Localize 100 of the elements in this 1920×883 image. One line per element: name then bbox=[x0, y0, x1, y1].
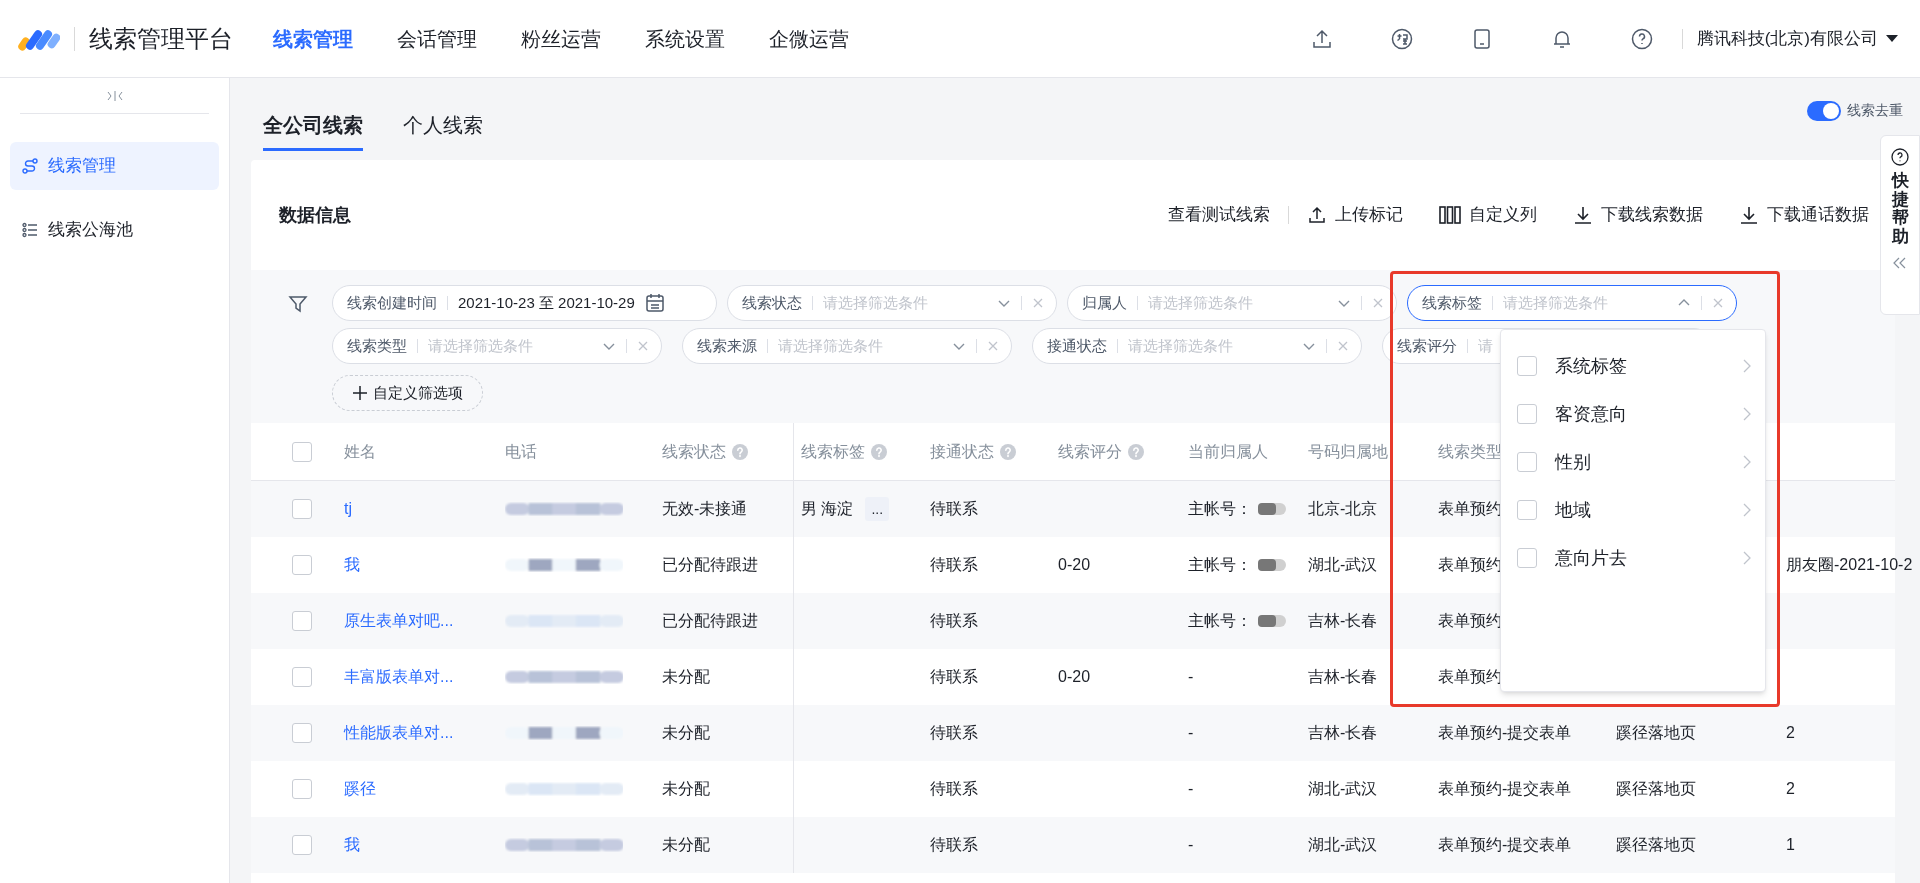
chevron-right-icon bbox=[1743, 407, 1751, 421]
table-cell-text: 主帐号： bbox=[1188, 499, 1252, 519]
section-title: 数据信息 bbox=[279, 203, 351, 227]
upload-icon[interactable] bbox=[1310, 27, 1333, 50]
column-header: 线索评分 bbox=[1058, 441, 1122, 462]
checkbox[interactable] bbox=[292, 723, 312, 743]
chevron-right-icon bbox=[1743, 503, 1751, 517]
help-panel[interactable]: 快捷帮助 bbox=[1880, 135, 1920, 315]
name-link[interactable]: 蹊径 bbox=[344, 780, 376, 797]
table-cell-text: - bbox=[1188, 835, 1194, 855]
list-icon bbox=[22, 222, 38, 238]
checkbox[interactable] bbox=[292, 499, 312, 519]
nav-tab[interactable]: 粉丝运营 bbox=[521, 23, 601, 54]
tab[interactable]: 全公司线索 bbox=[263, 110, 363, 151]
action-button[interactable]: 查看测试线索 bbox=[1168, 202, 1270, 228]
dropdown-item[interactable]: 客资意向 bbox=[1501, 390, 1765, 438]
filter-select[interactable]: 线索类型 请选择筛选条件 bbox=[332, 328, 662, 364]
table-cell-text: - bbox=[1188, 723, 1194, 743]
columns-icon bbox=[1439, 205, 1461, 225]
account-menu[interactable]: 腾讯科技(北京)有限公司 bbox=[1696, 25, 1898, 52]
route-icon bbox=[22, 158, 38, 174]
table-cell-text: 男 海淀 bbox=[801, 499, 854, 519]
filter-select[interactable]: 线索标签 请选择筛选条件 bbox=[1407, 285, 1737, 321]
sidebar-item[interactable]: 线索管理 bbox=[10, 142, 219, 190]
checkbox[interactable] bbox=[1517, 452, 1537, 472]
table-cell-text: 湖北-武汉 bbox=[1308, 835, 1378, 855]
download-icon bbox=[1739, 205, 1759, 225]
checkbox[interactable] bbox=[1517, 404, 1537, 424]
name-link[interactable]: 原生表单对吧... bbox=[344, 612, 454, 629]
table-cell-text: 0-20 bbox=[1058, 555, 1091, 575]
column-header: 当前归属人 bbox=[1188, 441, 1268, 462]
action-button[interactable]: 下载通话数据 bbox=[1739, 202, 1869, 228]
blurred-name-drawing bbox=[1258, 614, 1286, 628]
plus-icon bbox=[352, 386, 367, 400]
table-cell-text: 吉林-长春 bbox=[1308, 611, 1378, 631]
name-link[interactable]: 性能版表单对... bbox=[344, 724, 454, 741]
app-title: 线索管理平台 bbox=[89, 23, 233, 54]
dropdown-item[interactable]: 性别 bbox=[1501, 438, 1765, 486]
table-cell-text: 待联系 bbox=[930, 723, 978, 743]
checkbox[interactable] bbox=[292, 835, 312, 855]
column-header: 电话 bbox=[505, 441, 537, 462]
table-cell-text: 待联系 bbox=[930, 499, 978, 519]
dropdown-item[interactable]: 意向片去 bbox=[1501, 534, 1765, 582]
name-link[interactable]: 我 bbox=[344, 556, 360, 573]
more-tags-button[interactable]: ... bbox=[865, 497, 890, 521]
column-header: 线索状态 bbox=[662, 441, 726, 462]
name-link[interactable]: 丰富版表单对... bbox=[344, 668, 454, 685]
table-cell-text: 已分配待跟进 bbox=[662, 555, 758, 575]
name-link[interactable]: 我 bbox=[344, 836, 360, 853]
checkbox[interactable] bbox=[292, 779, 312, 799]
help-label: 快捷帮助 bbox=[1891, 172, 1909, 247]
filter-select[interactable]: 线索状态 请选择筛选条件 bbox=[727, 285, 1057, 321]
table-cell-text: 蹊径落地页 bbox=[1616, 723, 1696, 743]
checkbox[interactable] bbox=[1517, 500, 1537, 520]
nav-tab[interactable]: 线索管理 bbox=[273, 23, 353, 54]
toggle-label: 线索去重 bbox=[1847, 101, 1903, 120]
clear-icon[interactable] bbox=[637, 340, 649, 352]
table-cell-text: 待联系 bbox=[930, 555, 978, 575]
filter-select[interactable]: 接通状态 请选择筛选条件 bbox=[1032, 328, 1362, 364]
checkbox[interactable] bbox=[292, 555, 312, 575]
nav-tab[interactable]: 系统设置 bbox=[645, 23, 725, 54]
clear-icon[interactable] bbox=[1712, 297, 1724, 309]
collapse-icon[interactable] bbox=[105, 89, 124, 102]
nav-tab[interactable]: 会话管理 bbox=[397, 23, 477, 54]
clear-icon[interactable] bbox=[1337, 340, 1349, 352]
name-link[interactable]: tj bbox=[344, 500, 352, 517]
blurred-name-drawing bbox=[1258, 502, 1286, 516]
dropdown-item[interactable]: 系统标签 bbox=[1501, 342, 1765, 390]
table-cell-text: 北京-北京 bbox=[1308, 499, 1378, 519]
table-cell-text: 湖北-武汉 bbox=[1308, 779, 1378, 799]
checkbox[interactable] bbox=[292, 667, 312, 687]
download-icon bbox=[1573, 205, 1593, 225]
clear-icon[interactable] bbox=[1032, 297, 1044, 309]
action-button[interactable]: 自定义列 bbox=[1439, 202, 1537, 228]
column-header: 姓名 bbox=[344, 441, 376, 462]
checkbox[interactable] bbox=[1517, 356, 1537, 376]
filter-select[interactable]: 线索来源 请选择筛选条件 bbox=[682, 328, 1012, 364]
toggle-switch[interactable] bbox=[1807, 100, 1841, 121]
table-cell-text: 吉林-长春 bbox=[1308, 667, 1378, 687]
help-icon[interactable] bbox=[1630, 27, 1653, 50]
badge-icon[interactable] bbox=[1390, 27, 1413, 50]
table-cell-text: 蹊径落地页 bbox=[1616, 779, 1696, 799]
action-button[interactable]: 上传标记 bbox=[1307, 202, 1403, 228]
chevron-right-icon bbox=[1743, 551, 1751, 565]
clear-icon[interactable] bbox=[987, 340, 999, 352]
tab[interactable]: 个人线索 bbox=[403, 110, 483, 151]
dropdown-item[interactable]: 地域 bbox=[1501, 486, 1765, 534]
checkbox[interactable] bbox=[1517, 548, 1537, 568]
checkbox[interactable] bbox=[292, 611, 312, 631]
table-cell-text: 蹊径落地页 bbox=[1616, 835, 1696, 855]
clear-icon[interactable] bbox=[1372, 297, 1384, 309]
nav-tab[interactable]: 企微运营 bbox=[769, 23, 849, 54]
filter-select[interactable]: 归属人 请选择筛选条件 bbox=[1067, 285, 1397, 321]
table-cell-text: 已分配待跟进 bbox=[662, 611, 758, 631]
table-cell-text: 主帐号： bbox=[1188, 555, 1252, 575]
table-cell-text: 未分配 bbox=[662, 835, 710, 855]
sidebar-item[interactable]: 线索公海池 bbox=[10, 206, 219, 254]
action-button[interactable]: 下载线索数据 bbox=[1573, 202, 1703, 228]
checkbox[interactable] bbox=[292, 441, 312, 462]
filter-select[interactable]: 线索创建时间 2021-10-23 至 2021-10-29 bbox=[332, 285, 717, 321]
